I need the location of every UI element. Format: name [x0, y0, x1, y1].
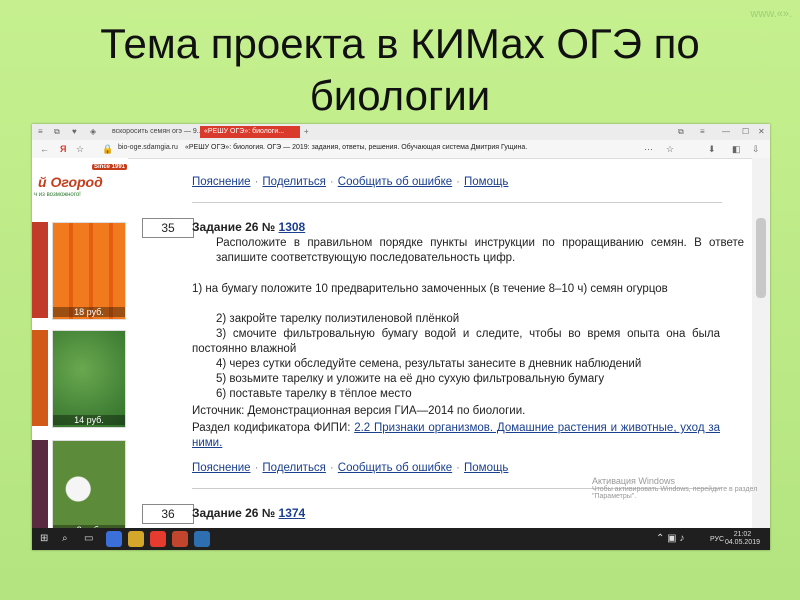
task-item-6: 6) поставьте тарелку в тёплое место [216, 388, 412, 400]
task-actions-top: Пояснение · Поделиться · Сообщить об ошибке ·… [192, 176, 508, 190]
separator: · [329, 462, 334, 474]
task-heading-text: Задание 26 № [192, 506, 276, 520]
word-app-icon[interactable] [106, 531, 122, 547]
task-id-link[interactable]: 1374 [279, 506, 306, 520]
tab-reshu-oge[interactable]: «РЕШУ ОГЭ»: биологи... [200, 126, 300, 138]
tray-icons[interactable]: ⌃ ▣ ♪ [656, 533, 684, 544]
explanation-link[interactable]: Пояснение [192, 462, 251, 474]
task-heading: Задание 26 № 1308 [192, 220, 305, 234]
task-heading: Задание 26 № 1374 [192, 506, 305, 520]
separator: · [329, 176, 334, 188]
menu-lines-icon[interactable]: ≡ [700, 127, 705, 136]
logo-since: Since 1991 [92, 164, 128, 170]
activation-text: Чтобы активировать Windows, перейдите в … [592, 486, 758, 500]
browser-screenshot: ≡ ⧉ ♥ ◈ вскоросить семян огэ — 9... «РЕШ… [32, 124, 770, 550]
more-icon[interactable]: ⋯ [644, 144, 653, 155]
lock-icon: 🔒 [102, 144, 114, 154]
language-indicator[interactable]: РУС [710, 536, 724, 543]
task-heading-text: Задание 26 № [192, 220, 276, 234]
activation-title: Активация Windows [592, 476, 675, 486]
powerpoint-app-icon[interactable] [172, 531, 188, 547]
scrollbar[interactable] [752, 158, 770, 528]
address-bar: ← Я ☆ 🔒 bio-oge.sdamgia.ru «РЕШУ ОГЭ»: б… [32, 140, 770, 159]
separator: · [254, 176, 259, 188]
window-tabs-icon[interactable]: ⧉ [678, 127, 684, 137]
product-stub[interactable] [32, 440, 48, 536]
extension-icon[interactable]: ◧ [732, 144, 741, 155]
task-instruction: Расположите в правильном порядке пункты … [216, 237, 744, 264]
product-price: 14 руб. [53, 415, 125, 425]
tabs-icon[interactable]: ⧉ [54, 127, 60, 137]
separator: · [254, 462, 259, 474]
taskbar: ⊞ ⌕ ▭ ⌃ ▣ ♪ РУС 21:02 04.05.2019 [32, 528, 770, 550]
help-link[interactable]: Помощь [464, 176, 508, 188]
product-turnip[interactable]: 2 руб. [52, 440, 126, 538]
product-stub[interactable] [32, 222, 48, 318]
search-icon[interactable]: ⌕ [62, 533, 68, 544]
clock-time: 21:02 [733, 531, 752, 538]
task-item-3: 3) смочите фильтровальную бумагу водой и… [192, 328, 720, 355]
close-icon[interactable]: ✕ [758, 127, 765, 136]
yandex-icon[interactable]: Я [60, 144, 66, 154]
bookmark-add-icon[interactable]: ☆ [666, 144, 674, 155]
yandex-browser-app-icon[interactable] [150, 531, 166, 547]
menu-icon[interactable]: ≡ [38, 127, 43, 136]
task-item-4: 4) через сутки обследуйте семена, резуль… [216, 358, 642, 370]
product-price: 18 руб. [53, 307, 125, 317]
task-number-box: 36 [142, 504, 194, 524]
report-error-link[interactable]: Сообщить об ошибке [338, 462, 452, 474]
task-actions-bottom: Пояснение · Поделиться · Сообщить об ошибке ·… [192, 462, 508, 476]
separator: · [456, 176, 460, 188]
explanation-link[interactable]: Пояснение [192, 176, 251, 188]
slide-title: Тема проекта в КИМах ОГЭ по биологии [0, 18, 800, 122]
task-source: Источник: Демонстрационная версия ГИА—20… [192, 405, 526, 417]
ad-banner[interactable]: Since 1991 й Огород ч из возможного! 18 … [32, 158, 128, 538]
separator: · [456, 462, 460, 474]
maximize-icon[interactable]: ☐ [742, 127, 749, 136]
product-greens[interactable]: 14 руб. [52, 330, 126, 428]
tab-bar: ≡ ⧉ ♥ ◈ вскоросить семян огэ — 9... «РЕШ… [32, 124, 770, 140]
minimize-icon[interactable]: — [722, 127, 730, 136]
explorer-app-icon[interactable] [128, 531, 144, 547]
help-link[interactable]: Помощь [464, 462, 508, 474]
bookmark-star-icon[interactable]: ☆ [76, 144, 84, 155]
task-id-link[interactable]: 1308 [279, 220, 306, 234]
ad-logo: Since 1991 й Огород ч из возможного! [32, 164, 128, 204]
clock-date: 04.05.2019 [724, 539, 760, 546]
bookmark-icon[interactable]: ♥ [72, 127, 77, 136]
share-link[interactable]: Поделиться [262, 176, 326, 188]
app-icon[interactable] [194, 531, 210, 547]
product-carrot[interactable]: 18 руб. [52, 222, 126, 320]
url-text[interactable]: bio-oge.sdamgia.ru [118, 144, 178, 151]
download-icon[interactable]: ⬇ [708, 144, 716, 155]
task-item-1: 1) на бумагу положите 10 предварительно … [192, 283, 668, 295]
downloads-icon[interactable]: ⇩ [752, 144, 760, 155]
logo-subtitle: ч из возможного! [34, 192, 81, 198]
page-title-text: «РЕШУ ОГЭ»: биология. ОГЭ — 2019: задани… [185, 144, 528, 151]
share-link[interactable]: Поделиться [262, 462, 326, 474]
codifier-label: Раздел кодификатора ФИПИ: [192, 422, 351, 434]
task-view-icon[interactable]: ▭ [84, 533, 93, 544]
report-error-link[interactable]: Сообщить об ошибке [338, 176, 452, 188]
windows-start-icon[interactable]: ⊞ [40, 533, 48, 544]
slide-title-line2: биологии [309, 72, 491, 119]
back-icon[interactable]: ← [40, 144, 49, 154]
logo-text: й Огород [38, 174, 103, 190]
new-tab-icon[interactable]: + [304, 127, 309, 136]
task-item-5: 5) возьмите тарелку и уложите на её дно … [216, 373, 605, 385]
task-item-2: 2) закройте тарелку полиэтиленовой плёнк… [216, 313, 460, 325]
page-content: Пояснение · Поделиться · Сообщить об ошибке ·… [142, 158, 744, 528]
task-number-box: 35 [142, 218, 194, 238]
task-codifier: Раздел кодификатора ФИПИ: 2.2 Признаки о… [192, 421, 720, 451]
windows-activation-notice: Активация Windows Чтобы активировать Win… [592, 476, 770, 500]
divider [192, 202, 722, 203]
scrollbar-thumb[interactable] [756, 218, 766, 298]
shield-icon: ◈ [90, 127, 97, 136]
clock[interactable]: 21:02 04.05.2019 [725, 531, 760, 547]
slide-title-line1: Тема проекта в КИМах ОГЭ по [100, 20, 700, 67]
product-stub[interactable] [32, 330, 48, 426]
